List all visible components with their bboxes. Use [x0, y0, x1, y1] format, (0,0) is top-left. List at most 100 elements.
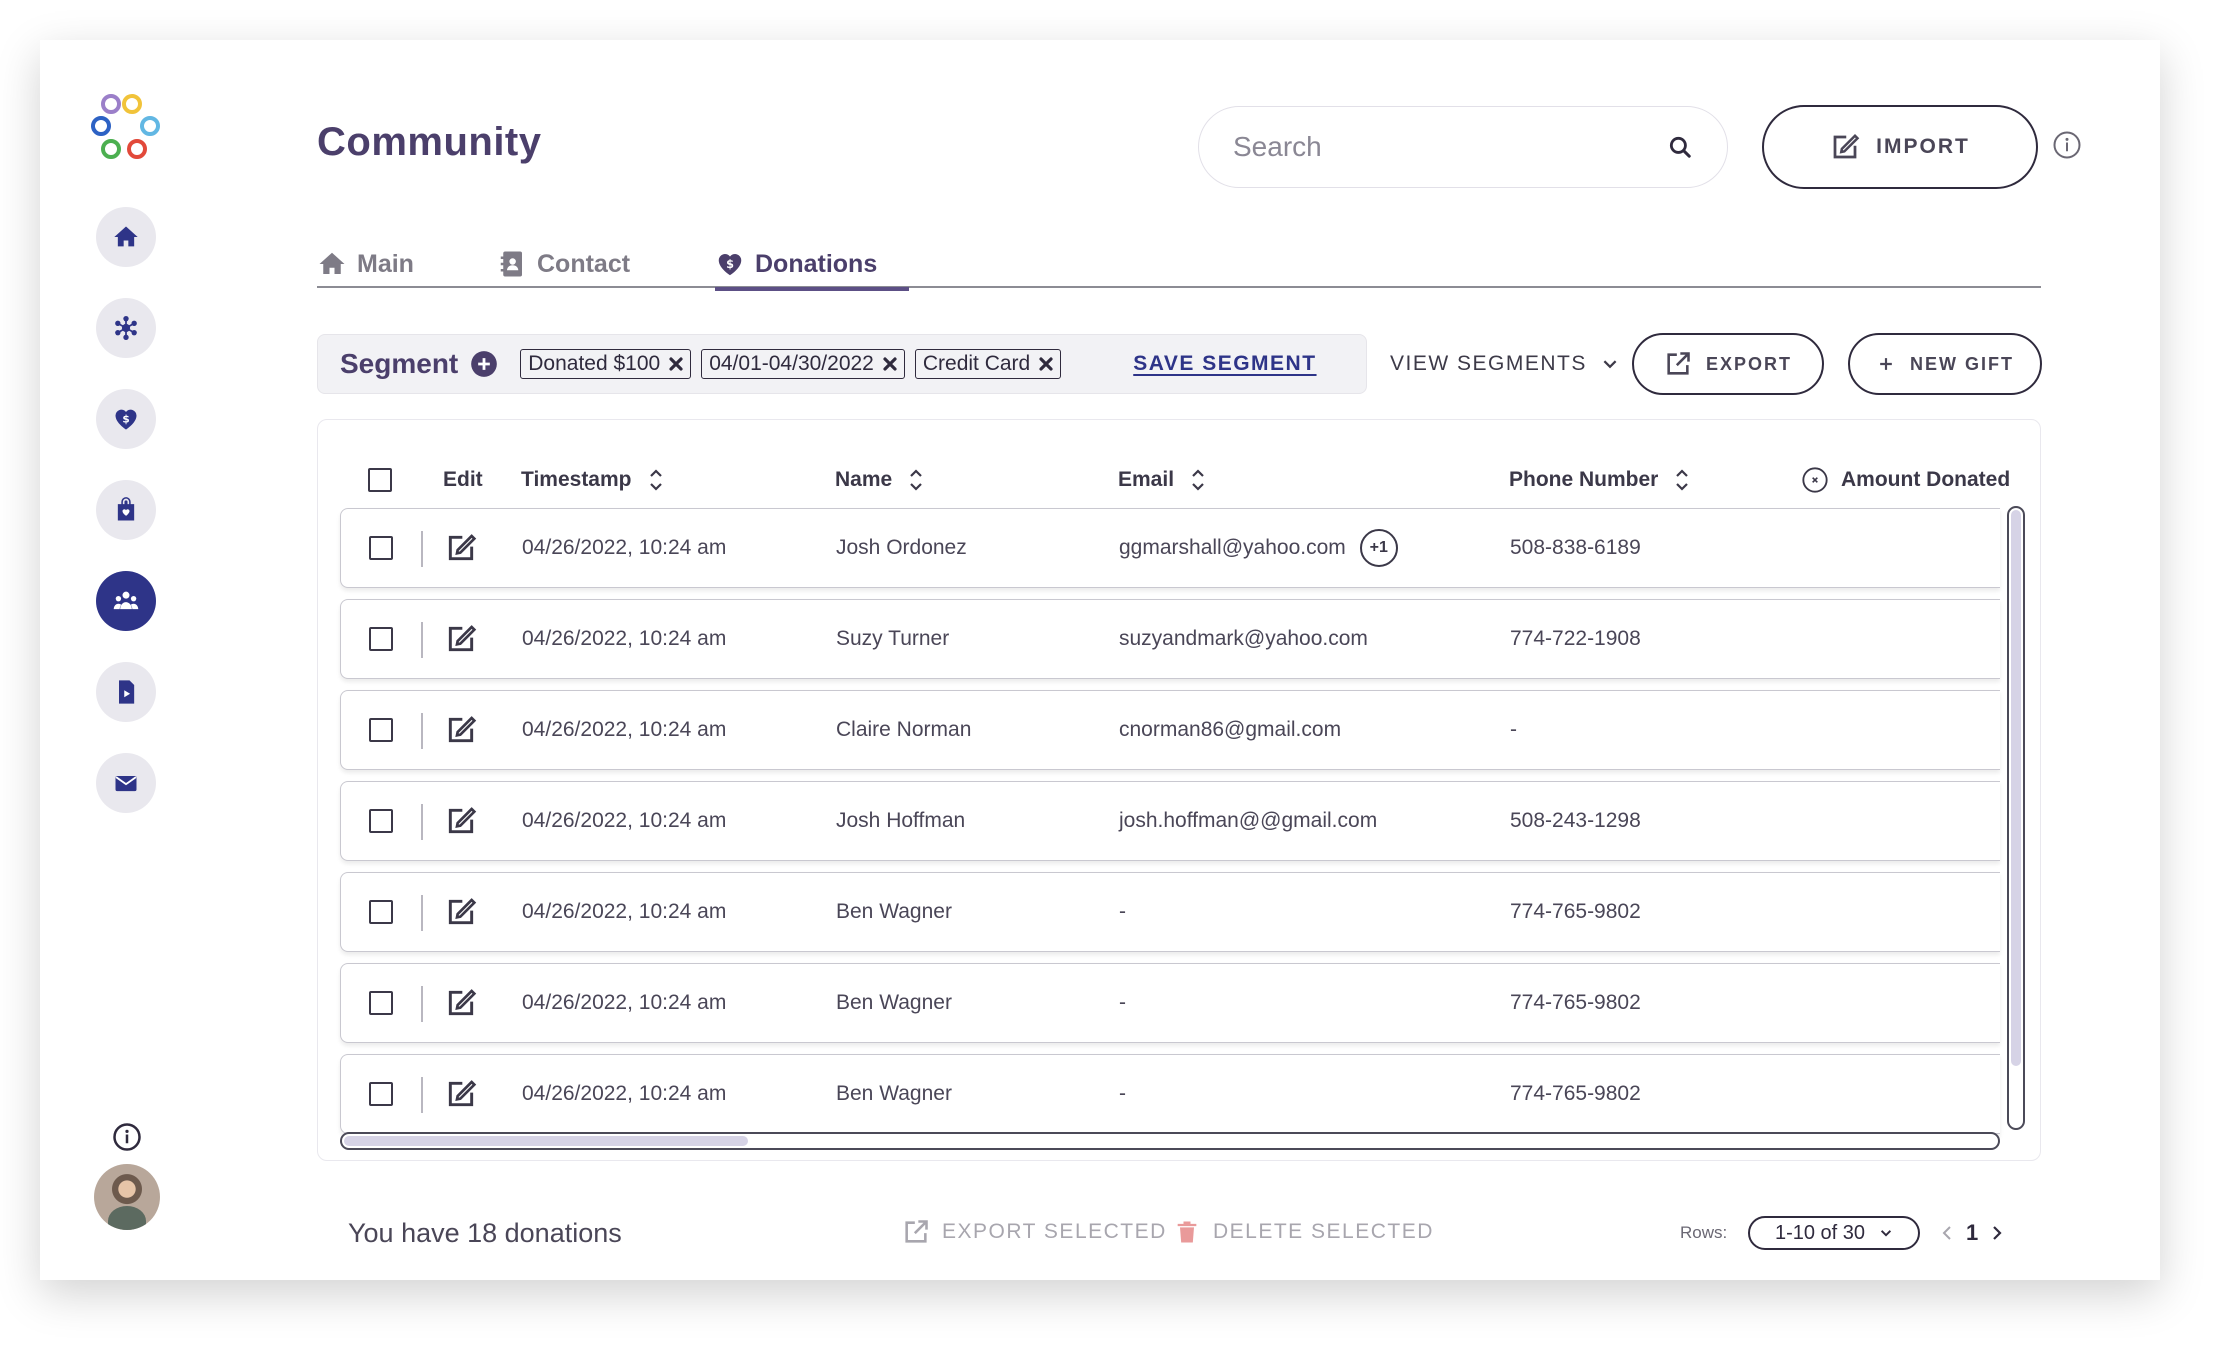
row-divider [421, 804, 423, 840]
select-all-checkbox[interactable] [368, 468, 392, 492]
cell-name: Josh Ordonez [836, 535, 967, 559]
remove-x-icon[interactable] [882, 356, 898, 372]
row-checkbox[interactable] [369, 809, 393, 833]
new-gift-button[interactable]: NEW GIFT [1848, 333, 2042, 395]
column-header-name[interactable]: Name [835, 460, 924, 500]
export-selected-label: EXPORT SELECTED [942, 1220, 1167, 1243]
row-divider [421, 713, 423, 749]
edit-icon[interactable] [445, 1078, 477, 1110]
cell-timestamp: 04/26/2022, 10:24 am [522, 535, 727, 559]
video-file-icon [119, 680, 135, 704]
sort-icon[interactable] [648, 467, 664, 493]
cell-timestamp: 04/26/2022, 10:24 am [522, 626, 727, 650]
table-row[interactable]: 04/26/2022, 10:24 am Suzy Turner suzyand… [340, 599, 2000, 679]
edit-icon[interactable] [445, 896, 477, 928]
people-icon [113, 591, 139, 610]
save-segment-link[interactable]: SAVE SEGMENT [1133, 352, 1316, 376]
sidebar-item-home[interactable] [96, 207, 156, 267]
segment-chip[interactable]: 04/01-04/30/2022 [701, 349, 905, 379]
cell-timestamp: 04/26/2022, 10:24 am [522, 808, 727, 832]
cell-phone: 774-722-1908 [1510, 626, 1641, 650]
segment-label: Segment [340, 348, 459, 379]
export-button[interactable]: EXPORT [1632, 333, 1824, 395]
edit-icon[interactable] [445, 714, 477, 746]
row-checkbox[interactable] [369, 627, 393, 651]
row-divider [421, 895, 423, 931]
sidebar-item-network[interactable] [96, 298, 156, 358]
row-checkbox[interactable] [369, 900, 393, 924]
segment-chip[interactable]: Credit Card [914, 349, 1062, 379]
sidebar-item-mail[interactable] [96, 753, 156, 813]
row-checkbox[interactable] [369, 1082, 393, 1106]
horizontal-scrollbar[interactable] [340, 1132, 2000, 1150]
add-circle-icon[interactable] [470, 350, 498, 378]
column-header-amount[interactable]: Amount Donated [1801, 460, 2010, 500]
rows-per-page-select[interactable]: 1-10 of 30 [1748, 1216, 1920, 1250]
cell-email: josh.hoffman@@gmail.com [1119, 808, 1378, 832]
cell-name: Ben Wagner [836, 990, 952, 1014]
cell-name: Claire Norman [836, 717, 972, 741]
search-box[interactable] [1198, 106, 1728, 188]
row-checkbox[interactable] [369, 536, 393, 560]
search-icon[interactable] [1667, 134, 1693, 160]
search-input[interactable] [1233, 131, 1667, 163]
import-button[interactable]: IMPORT [1762, 105, 2038, 189]
header-label: Timestamp [521, 468, 632, 491]
tab-bar: Main Contact $ Donations [317, 240, 2041, 291]
view-segments-dropdown[interactable]: VIEW SEGMENTS [1390, 348, 1619, 380]
export-selected-button[interactable]: EXPORT SELECTED [902, 1218, 1167, 1246]
chevron-left-icon[interactable] [1940, 1224, 1954, 1242]
column-header-timestamp[interactable]: Timestamp [521, 460, 664, 500]
logo-icon [91, 94, 160, 159]
table-row[interactable]: 04/26/2022, 10:24 am Ben Wagner - 774-76… [340, 963, 2000, 1043]
sidebar-item-volunteer[interactable] [96, 480, 156, 540]
table-row[interactable]: 04/26/2022, 10:24 am Ben Wagner - 774-76… [340, 1054, 2000, 1134]
row-checkbox[interactable] [369, 991, 393, 1015]
remove-column-icon[interactable] [1801, 466, 1829, 494]
column-header-edit: Edit [443, 460, 483, 500]
edit-icon[interactable] [445, 987, 477, 1019]
edit-icon[interactable] [445, 805, 477, 837]
tab-main[interactable]: Main [317, 240, 414, 288]
table-row[interactable]: 04/26/2022, 10:24 am Josh Hoffman josh.h… [340, 781, 2000, 861]
sidebar: $ [40, 40, 215, 1280]
info-icon[interactable] [2052, 130, 2082, 160]
remove-x-icon[interactable] [1038, 356, 1054, 372]
scrollbar-thumb[interactable] [344, 1136, 748, 1146]
sort-icon[interactable] [1190, 467, 1206, 493]
delete-selected-button[interactable]: DELETE SELECTED [1173, 1218, 1434, 1246]
edit-icon[interactable] [445, 532, 477, 564]
vertical-scrollbar[interactable] [2007, 506, 2025, 1130]
table-row[interactable]: 04/26/2022, 10:24 am Josh Ordonez ggmars… [340, 508, 2000, 588]
scrollbar-thumb[interactable] [2011, 510, 2021, 1066]
sidebar-item-community[interactable] [96, 571, 156, 631]
chevron-down-icon [1603, 360, 1617, 369]
tab-contact[interactable]: Contact [497, 240, 630, 288]
sidebar-item-donations[interactable]: $ [96, 389, 156, 449]
current-page[interactable]: 1 [1966, 1220, 1978, 1246]
import-label: IMPORT [1876, 135, 1970, 158]
avatar[interactable] [94, 1164, 160, 1230]
table-row[interactable]: 04/26/2022, 10:24 am Claire Norman cnorm… [340, 690, 2000, 770]
external-link-icon [1667, 352, 1690, 375]
column-header-phone[interactable]: Phone Number [1509, 460, 1690, 500]
info-icon[interactable] [112, 1122, 142, 1152]
column-header-email[interactable]: Email [1118, 460, 1206, 500]
segment-chip[interactable]: Donated $100 [520, 349, 692, 379]
cell-phone: 774-765-9802 [1510, 990, 1641, 1014]
edit-icon[interactable] [445, 623, 477, 655]
tab-donations[interactable]: $ Donations [715, 240, 910, 291]
cell-timestamp: 04/26/2022, 10:24 am [522, 899, 727, 923]
sidebar-item-media[interactable] [96, 662, 156, 722]
chevron-right-icon[interactable] [1990, 1224, 2004, 1242]
extra-emails-badge[interactable]: +1 [1359, 528, 1398, 567]
tab-label: Contact [537, 249, 631, 278]
cell-phone: 508-838-6189 [1510, 535, 1641, 559]
remove-x-icon[interactable] [668, 356, 684, 372]
table-row[interactable]: 04/26/2022, 10:24 am Ben Wagner - 774-76… [340, 872, 2000, 952]
home-icon [319, 252, 345, 274]
row-checkbox[interactable] [369, 718, 393, 742]
sort-icon[interactable] [1674, 467, 1690, 493]
cell-name: Josh Hoffman [836, 808, 966, 832]
sort-icon[interactable] [908, 467, 924, 493]
